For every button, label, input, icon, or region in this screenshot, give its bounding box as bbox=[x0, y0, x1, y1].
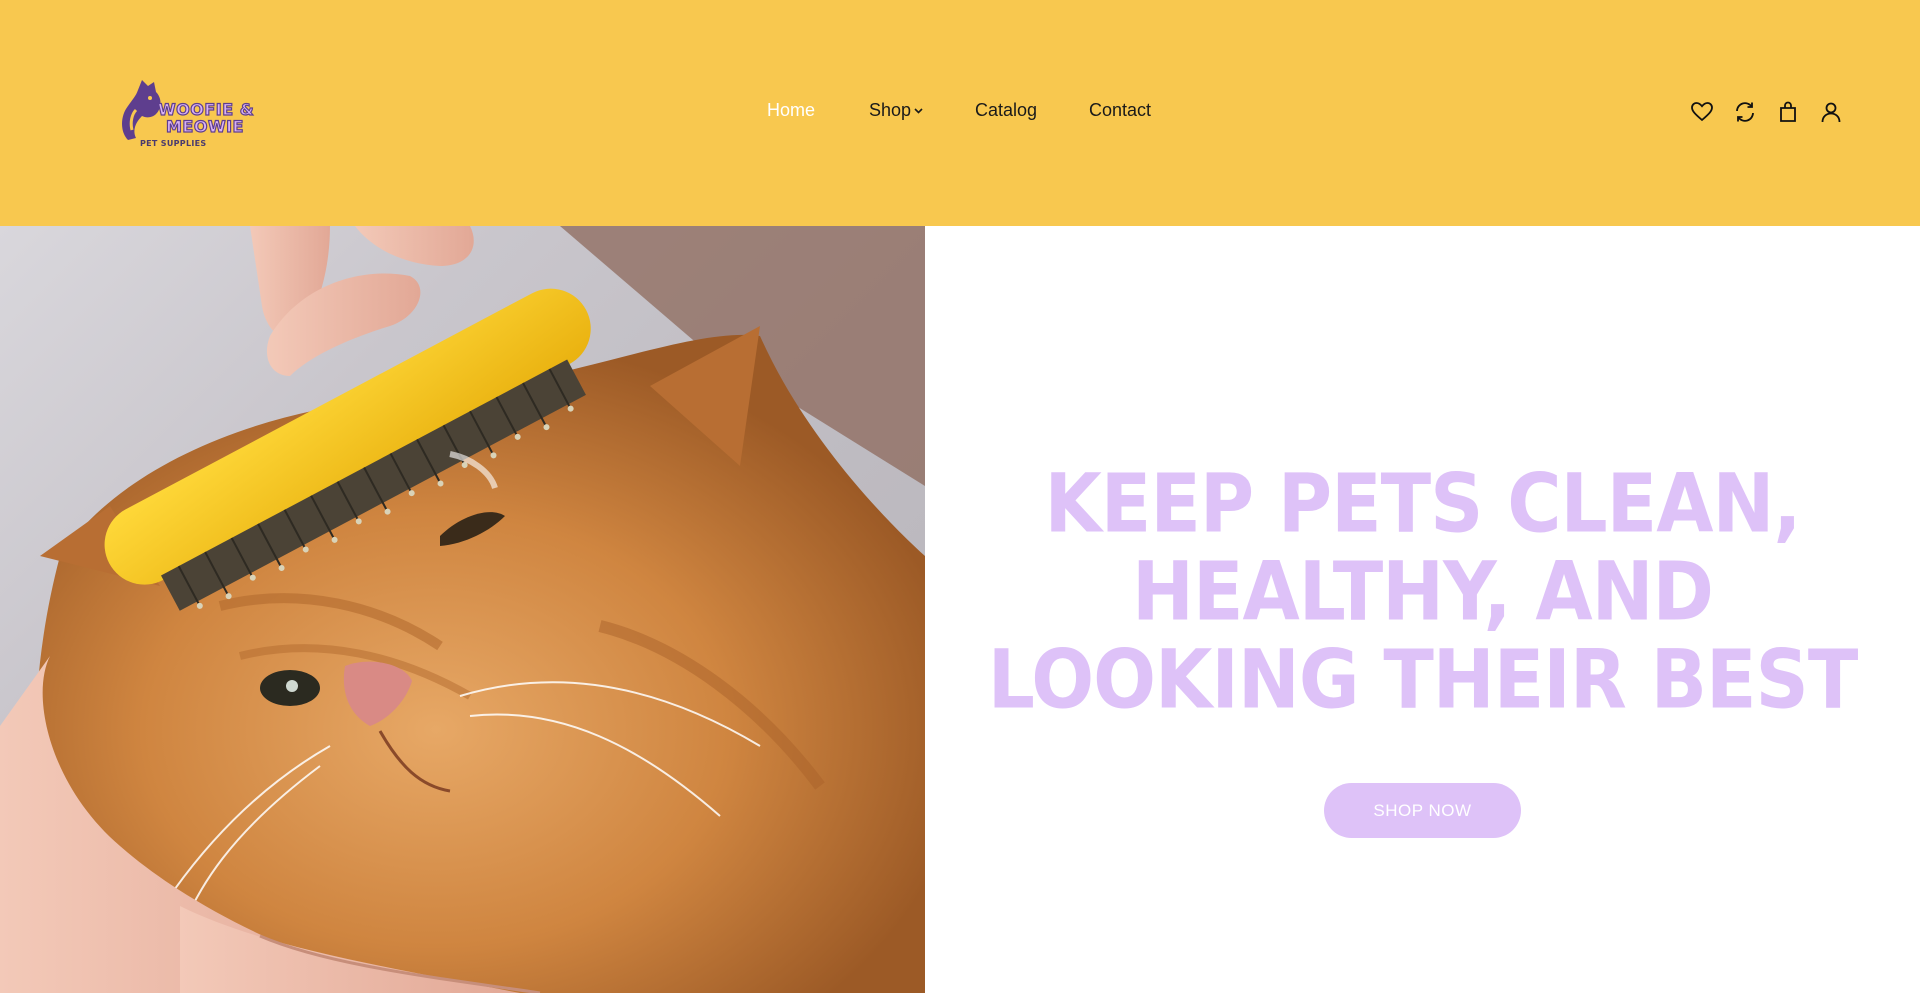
headline-line-1: KEEP PETS CLEAN, bbox=[1044, 456, 1801, 552]
nav-item-catalog[interactable]: Catalog bbox=[975, 100, 1037, 121]
shop-now-button[interactable]: SHOP NOW bbox=[1324, 783, 1521, 838]
cat-grooming-photo bbox=[0, 226, 925, 993]
hero-content: KEEP PETS CLEAN, HEALTHY, AND LOOKING TH… bbox=[925, 226, 1920, 993]
heart-icon[interactable] bbox=[1690, 100, 1714, 124]
headline-line-3: LOOKING THEIR BEST bbox=[987, 632, 1859, 728]
hero-headline: KEEP PETS CLEAN, HEALTHY, AND LOOKING TH… bbox=[925, 460, 1920, 724]
refresh-icon[interactable] bbox=[1733, 100, 1757, 124]
hero-image bbox=[0, 226, 925, 993]
site-header: WOOFIE & MEOWIE PET SUPPLIES Home Shop C… bbox=[0, 0, 1920, 226]
nav-item-shop[interactable]: Shop bbox=[869, 100, 923, 121]
nav-item-shop-label: Shop bbox=[869, 100, 912, 120]
headline-line-2: HEALTHY, AND bbox=[1132, 544, 1714, 640]
main-nav: Home Shop Catalog Contact bbox=[0, 100, 1920, 126]
chevron-down-icon bbox=[914, 108, 923, 114]
user-icon[interactable] bbox=[1819, 100, 1843, 124]
nav-item-home[interactable]: Home bbox=[767, 100, 815, 121]
shopping-bag-icon[interactable] bbox=[1776, 100, 1800, 124]
logo-tagline: PET SUPPLIES bbox=[140, 139, 207, 148]
nav-item-contact[interactable]: Contact bbox=[1089, 100, 1151, 121]
